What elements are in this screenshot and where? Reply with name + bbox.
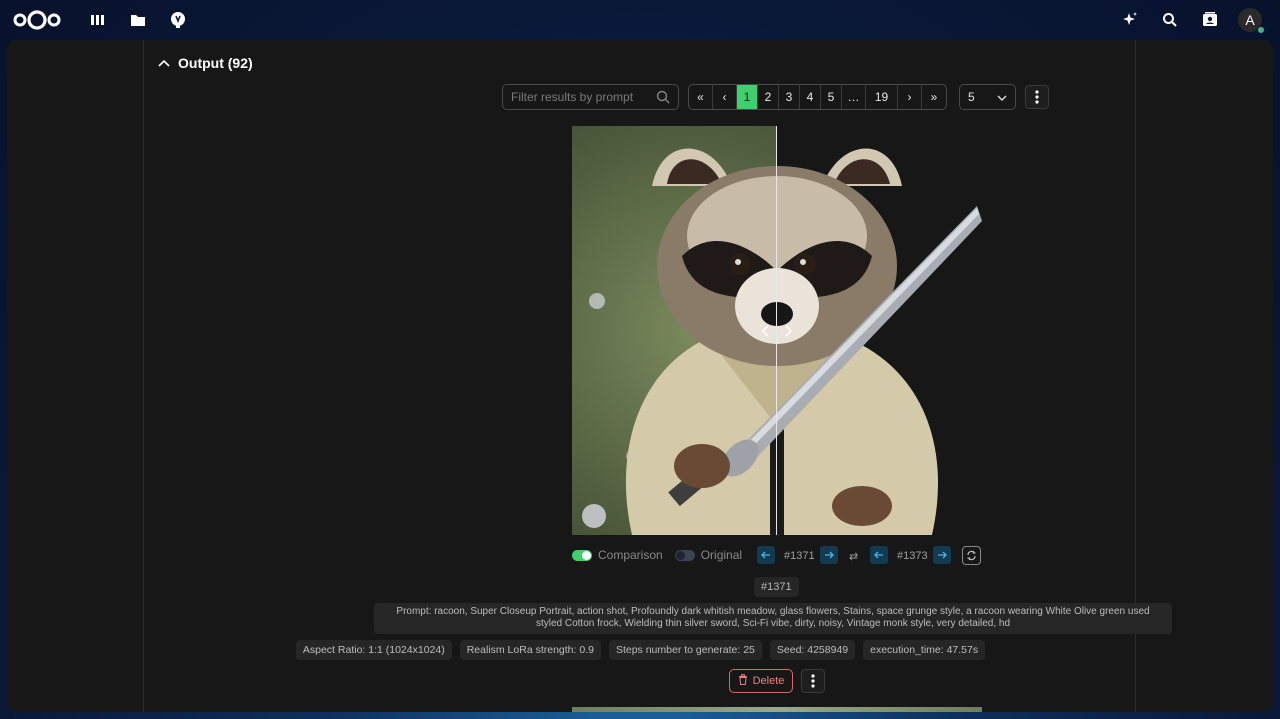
per-page-select[interactable]: 5 [959, 84, 1016, 110]
chevron-down-icon [997, 90, 1007, 104]
param-lora-strength: Realism LoRa strength: 0.9 [459, 640, 601, 660]
search-icon[interactable] [656, 90, 670, 109]
per-page-value: 5 [968, 90, 975, 104]
online-status-dot [1257, 26, 1265, 34]
param-aspect-ratio: Aspect Ratio: 1:1 (1024x1024) [295, 640, 452, 660]
top-header: A [0, 0, 1280, 40]
comparison-label: Comparison [598, 548, 663, 562]
results-menu-button[interactable] [1025, 85, 1049, 109]
right-image-id: #1373 [897, 550, 928, 562]
trash-icon [738, 674, 748, 688]
param-seed: Seed: 4258949 [769, 640, 856, 660]
prev-page-button[interactable]: ‹ [713, 85, 737, 109]
next-result-image [572, 707, 982, 712]
nextcloud-logo[interactable] [12, 8, 62, 32]
filter-box [502, 84, 679, 110]
output-section-toggle[interactable]: Output (92) [158, 54, 253, 72]
assistant-app-icon[interactable] [168, 10, 188, 30]
page-button-5[interactable]: 5 [821, 85, 842, 109]
page-button-19[interactable]: 19 [866, 85, 898, 109]
param-execution-time: execution_time: 47.57s [863, 640, 986, 660]
raccoon-image [572, 126, 982, 535]
comparison-image[interactable] [572, 126, 982, 535]
page-button-2[interactable]: 2 [758, 85, 779, 109]
delete-label: Delete [752, 675, 785, 687]
last-page-button[interactable]: » [922, 85, 946, 109]
result-id-badge: #1371 [754, 577, 799, 597]
contacts-icon[interactable] [1198, 8, 1222, 32]
section-title: Output (92) [178, 55, 253, 71]
dashboard-icon[interactable] [88, 10, 108, 30]
first-page-button[interactable]: « [689, 85, 713, 109]
parameter-chips: Aspect Ratio: 1:1 (1024x1024) Realism Lo… [144, 640, 1137, 660]
search-icon[interactable] [1158, 8, 1182, 32]
left-next-button[interactable] [820, 546, 838, 564]
right-next-button[interactable] [933, 546, 951, 564]
original-label: Original [700, 548, 743, 562]
page-button-3[interactable]: 3 [779, 85, 800, 109]
page-ellipsis: … [842, 85, 866, 109]
avatar-letter: A [1245, 12, 1255, 28]
delete-button[interactable]: Delete [729, 669, 793, 693]
param-steps: Steps number to generate: 25 [608, 640, 762, 660]
comparison-toggle[interactable] [572, 549, 592, 561]
prompt-text: Prompt: racoon, Super Closeup Portrait, … [374, 603, 1172, 634]
view-toggles: Comparison Original [572, 548, 742, 562]
left-image-id: #1371 [784, 550, 815, 562]
original-toggle[interactable] [674, 549, 695, 561]
next-page-button[interactable]: › [898, 85, 922, 109]
result-menu-button[interactable] [801, 669, 825, 693]
page-button-1[interactable]: 1 [737, 85, 758, 109]
filter-input[interactable] [511, 90, 651, 104]
files-icon[interactable] [128, 10, 148, 30]
main-panel: Output (92) « ‹ 1 2 3 4 5 … 19 › » 5 [7, 40, 1273, 712]
comparison-divider-handle[interactable] [776, 126, 777, 535]
page-button-4[interactable]: 4 [800, 85, 821, 109]
right-prev-button[interactable] [870, 546, 888, 564]
ai-sparkle-icon[interactable] [1118, 8, 1142, 32]
refresh-icon[interactable] [962, 546, 981, 565]
chevron-up-icon [158, 54, 170, 72]
swap-icon[interactable]: ⇄ [849, 550, 858, 563]
output-column: Output (92) « ‹ 1 2 3 4 5 … 19 › » 5 [143, 40, 1172, 712]
left-prev-button[interactable] [757, 546, 775, 564]
pagination: « ‹ 1 2 3 4 5 … 19 › » [688, 84, 947, 110]
